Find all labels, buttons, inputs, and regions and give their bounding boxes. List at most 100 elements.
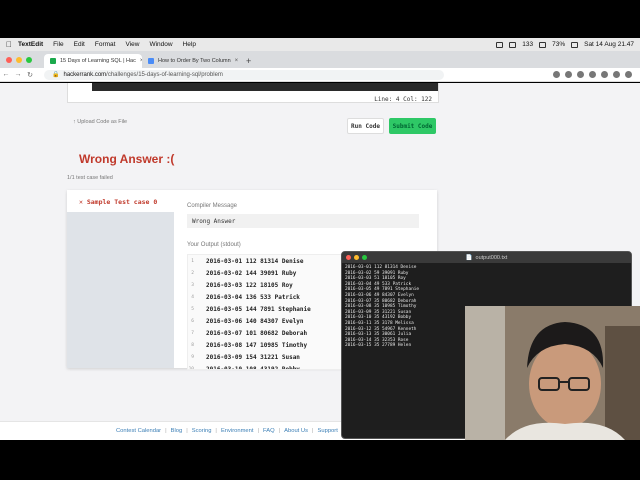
footer-link[interactable]: Blog xyxy=(171,428,183,434)
line-text: 2016-03-06 140 84307 Evelyn xyxy=(206,318,304,326)
upload-icon: ↑ xyxy=(73,119,76,125)
zoom-window-icon[interactable] xyxy=(362,255,367,260)
run-code-button[interactable]: Run Code xyxy=(347,118,384,134)
screen-share-icon[interactable] xyxy=(509,41,517,48)
upload-code-link[interactable]: ↑ Upload Code as File xyxy=(73,119,127,125)
zoom-window-icon[interactable] xyxy=(26,57,32,63)
footer-link[interactable]: About Us xyxy=(284,428,308,434)
footer-separator: | xyxy=(257,428,259,434)
result-heading: Wrong Answer :( xyxy=(79,152,175,166)
line-number: 4 xyxy=(191,294,194,300)
menu-edit[interactable]: Edit xyxy=(74,41,85,48)
tab-hackerrank[interactable]: 15 Days of Learning SQL | Hac × xyxy=(44,54,142,68)
webcam-person-image xyxy=(465,306,640,440)
footer-separator: | xyxy=(278,428,281,434)
browser-tabbar: 15 Days of Learning SQL | Hac × How to O… xyxy=(0,51,640,68)
battery-percent[interactable]: 73% xyxy=(552,41,565,48)
footer-link[interactable]: FAQ xyxy=(263,428,275,434)
mac-menubar:  TextEdit File Edit Format View Window … xyxy=(0,38,640,51)
line-col-indicator: Line: 4 Col: 122 xyxy=(374,96,432,103)
line-text: 2016-03-05 144 7891 Stephanie xyxy=(206,305,311,313)
textedit-titlebar[interactable]: 📄 output000.txt xyxy=(342,252,631,263)
line-text: 2016-03-04 136 533 Patrick xyxy=(206,293,300,301)
document-icon: 📄 xyxy=(465,254,473,261)
extension-icon[interactable] xyxy=(589,71,596,78)
line-text: 2016-03-08 147 10985 Timothy xyxy=(206,342,308,350)
compiler-message-box: Wrong Answer xyxy=(187,214,419,228)
extension-icon[interactable] xyxy=(565,71,572,78)
line-number: 8 xyxy=(191,343,194,349)
browser-toolbar: ← → ↻ 🔒 hackerrank.com/challenges/15-day… xyxy=(0,68,640,82)
minimize-window-icon[interactable] xyxy=(354,255,359,260)
menubar-clock[interactable]: Sat 14 Aug 21.47 xyxy=(584,41,634,48)
url-host: hackerrank.com xyxy=(63,71,107,78)
menu-app-name[interactable]: TextEdit xyxy=(18,41,43,48)
output-label: Your Output (stdout) xyxy=(187,242,241,248)
site-favicon-icon xyxy=(148,58,154,64)
line-text: 2016-03-10 108 43192 Bobby xyxy=(206,366,300,370)
hackerrank-favicon-icon xyxy=(50,58,56,64)
code-editor[interactable]: Line: 4 Col: 122 xyxy=(67,83,439,103)
footer-link[interactable]: Environment xyxy=(221,428,254,434)
sample-case-label: Sample Test case 0 xyxy=(86,198,158,206)
footer-link[interactable]: Scoring xyxy=(192,428,212,434)
footer-separator: | xyxy=(186,428,188,434)
textedit-title: output000.txt xyxy=(475,254,508,261)
submit-code-button[interactable]: Submit Code xyxy=(389,118,436,134)
menu-file[interactable]: File xyxy=(53,41,63,48)
window-controls xyxy=(346,255,367,260)
screen:  TextEdit File Edit Format View Window … xyxy=(0,0,640,480)
line-number: 2 xyxy=(191,270,194,276)
fail-x-icon: ✕ xyxy=(79,198,83,206)
tests-summary: 1/1 test case failed xyxy=(67,175,113,181)
line-text: 2016-03-09 154 31221 Susan xyxy=(206,354,300,362)
apple-icon[interactable]:  xyxy=(0,40,18,49)
close-window-icon[interactable] xyxy=(6,57,12,63)
tab-stackoverflow[interactable]: How to Order By Two Column × xyxy=(142,54,240,68)
line-text: 2016-03-01 112 81314 Denise xyxy=(206,257,304,265)
line-number: 10 xyxy=(188,367,194,370)
minimize-window-icon[interactable] xyxy=(16,57,22,63)
extension-icon[interactable] xyxy=(577,71,584,78)
editor-scroll-area[interactable] xyxy=(92,83,438,91)
bookmark-star-icon[interactable] xyxy=(553,71,560,78)
line-text: 2016-03-03 122 18105 Roy xyxy=(206,281,293,289)
profile-avatar-icon[interactable] xyxy=(613,71,620,78)
extension-icon[interactable] xyxy=(601,71,608,78)
compiler-message-label: Compiler Message xyxy=(187,203,238,209)
back-icon[interactable]: ← xyxy=(0,71,12,78)
line-number: 6 xyxy=(191,319,194,325)
footer-separator: | xyxy=(311,428,314,434)
sample-test-case-tab[interactable]: ✕ Sample Test case 0 xyxy=(79,198,157,206)
url-path: /challenges/15-days-of-learning-sql/prob… xyxy=(106,71,223,78)
menu-dots-icon[interactable] xyxy=(625,71,632,78)
reload-icon[interactable]: ↻ xyxy=(24,71,36,79)
tab-label: How to Order By Two Column xyxy=(158,58,231,64)
counter-badge[interactable]: 133 xyxy=(522,41,533,48)
webcam-overlay xyxy=(465,306,640,440)
battery-icon[interactable] xyxy=(571,41,579,48)
menu-window[interactable]: Window xyxy=(149,41,172,48)
new-tab-icon[interactable]: + xyxy=(246,56,251,66)
footer-link[interactable]: Contest Calendar xyxy=(116,428,161,434)
menu-help[interactable]: Help xyxy=(183,41,196,48)
line-text: 2016-03-07 101 80682 Deborah xyxy=(206,330,308,338)
line-number: 7 xyxy=(191,331,194,337)
address-bar[interactable]: 🔒 hackerrank.com/challenges/15-days-of-l… xyxy=(44,69,444,80)
close-window-icon[interactable] xyxy=(346,255,351,260)
menu-view[interactable]: View xyxy=(125,41,139,48)
close-tab-icon[interactable]: × xyxy=(235,58,239,64)
upload-label: Upload Code as File xyxy=(77,119,128,125)
forward-icon[interactable]: → xyxy=(12,71,24,78)
footer-link[interactable]: Support xyxy=(318,428,338,434)
menu-format[interactable]: Format xyxy=(95,41,116,48)
window-controls xyxy=(6,57,32,63)
extensions-area xyxy=(553,71,640,78)
wifi-icon[interactable] xyxy=(539,41,547,48)
test-case-list xyxy=(67,212,174,368)
lock-icon: 🔒 xyxy=(52,72,60,78)
camera-status-icon[interactable] xyxy=(496,41,504,48)
footer-separator: | xyxy=(215,428,217,434)
line-text: 2016-03-02 144 39091 Ruby xyxy=(206,269,297,277)
line-number: 9 xyxy=(191,355,194,361)
